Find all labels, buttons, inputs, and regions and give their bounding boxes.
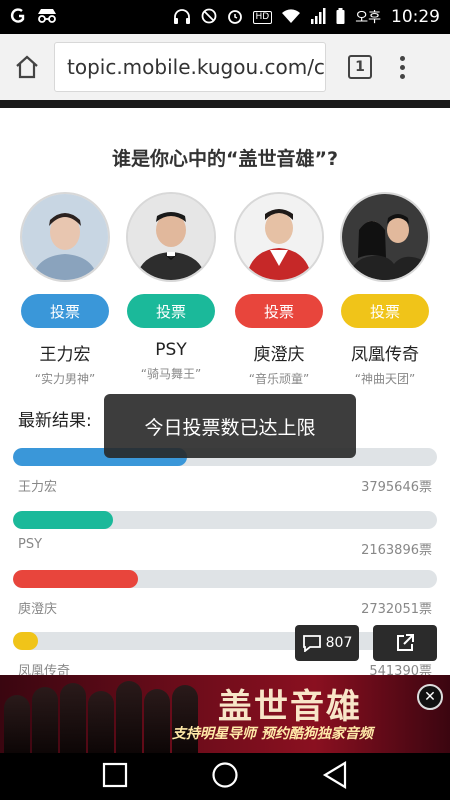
- back-button[interactable]: [322, 760, 348, 793]
- browser-toolbar: topic.mobile.kugou.com/c 1: [0, 34, 450, 100]
- close-icon: ✕: [424, 689, 436, 705]
- home-icon: [16, 55, 38, 79]
- signal-icon: [310, 7, 326, 27]
- recents-button[interactable]: [102, 762, 128, 792]
- comment-count: 807: [325, 635, 353, 651]
- candidate-nickname: “骑马舞王”: [140, 367, 202, 381]
- candidate-name: 庾澄庆: [253, 345, 305, 365]
- battery-icon: [336, 7, 345, 27]
- candidate-name: 王力宏: [39, 345, 91, 365]
- app-notification-icon: [10, 7, 26, 27]
- candidate-card: 投票 庾澄庆 “音乐顽童”: [234, 192, 324, 387]
- wifi-icon: [282, 8, 301, 26]
- banner-subtitle: 支持明星导师 预约酷狗独家音频: [172, 726, 373, 742]
- share-icon: [397, 634, 414, 651]
- back-icon: [323, 760, 347, 789]
- avatar: [20, 192, 110, 282]
- alarm-icon: [227, 8, 243, 27]
- result-bar-fill: [13, 511, 113, 529]
- recents-icon: [102, 762, 127, 787]
- close-banner-button[interactable]: ✕: [417, 684, 443, 710]
- toast-message: 今日投票数已达上限: [104, 394, 356, 458]
- vote-button[interactable]: 投票: [235, 294, 323, 328]
- banner-figure: [88, 691, 114, 753]
- results-title: 最新结果:: [18, 411, 92, 431]
- tab-count: 1: [355, 59, 365, 75]
- promo-banner[interactable]: 盖世音雄 支持明星导师 预约酷狗独家音频: [0, 675, 450, 753]
- comment-icon: [302, 635, 321, 652]
- url-text: topic.mobile.kugou.com/c: [67, 55, 325, 79]
- clock: 10:29: [391, 7, 440, 27]
- result-bar: [13, 511, 437, 529]
- avatar: [340, 192, 430, 282]
- menu-dot: [400, 73, 405, 79]
- candidate-name: PSY: [155, 340, 187, 360]
- page-header-strip: [0, 100, 450, 108]
- banner-figure: [32, 687, 58, 753]
- home-button[interactable]: [0, 34, 54, 100]
- hd-voice-icon: HD: [252, 10, 273, 24]
- avatar: [234, 192, 324, 282]
- banner-figure: [116, 681, 142, 753]
- candidate-nickname: “神曲天团”: [354, 372, 416, 386]
- banner-figure: [4, 695, 30, 753]
- url-bar[interactable]: topic.mobile.kugou.com/c: [54, 42, 326, 92]
- candidate-nickname: “音乐顽童”: [248, 372, 310, 386]
- vote-button[interactable]: 投票: [127, 294, 215, 328]
- status-bar: HD 오후 10:29: [0, 0, 450, 34]
- result-bar-fill: [13, 632, 39, 650]
- candidate-card: 投票 PSY “骑马舞王”: [126, 192, 216, 382]
- vote-page: 谁是你心中的“盖世音雄”? 投票 王力宏 “实力男神” 投票 PSY “骑马舞王…: [0, 108, 450, 679]
- overflow-menu-button[interactable]: [400, 55, 405, 79]
- do-not-disturb-icon: [201, 8, 217, 27]
- result-name: PSY: [18, 537, 43, 552]
- avatar: [126, 192, 216, 282]
- system-nav-bar: [0, 753, 450, 800]
- home-nav-button[interactable]: [211, 761, 239, 793]
- candidate-card: 投票 凤凰传奇 “神曲天团”: [340, 192, 430, 387]
- page-title: 谁是你心中的“盖世音雄”?: [112, 148, 338, 170]
- result-count: 3795646票: [361, 480, 432, 495]
- headphones-icon: [173, 8, 191, 27]
- share-button[interactable]: [373, 625, 437, 661]
- result-name: 王力宏: [18, 480, 58, 495]
- result-count: 2163896票: [361, 543, 432, 558]
- result-bar-fill: [13, 570, 139, 588]
- vote-button[interactable]: 投票: [341, 294, 429, 328]
- home-circle-icon: [212, 761, 238, 788]
- incognito-icon: [36, 8, 58, 27]
- menu-dot: [400, 64, 405, 70]
- candidate-nickname: “实力男神”: [34, 372, 96, 386]
- banner-figure: [144, 689, 170, 753]
- candidate-card: 投票 王力宏 “实力男神”: [20, 192, 110, 387]
- result-bar: [13, 570, 437, 588]
- result-name: 庾澄庆: [18, 602, 58, 617]
- comment-button[interactable]: 807: [295, 625, 359, 661]
- vote-button[interactable]: 投票: [21, 294, 109, 328]
- menu-dot: [400, 55, 405, 61]
- candidate-name: 凤凰传奇: [351, 345, 419, 365]
- banner-title: 盖世音雄: [218, 687, 362, 727]
- banner-figure: [60, 683, 86, 753]
- tab-switcher-button[interactable]: 1: [348, 55, 372, 79]
- result-count: 2732051票: [361, 602, 432, 617]
- carrier-label: 오후: [355, 10, 381, 26]
